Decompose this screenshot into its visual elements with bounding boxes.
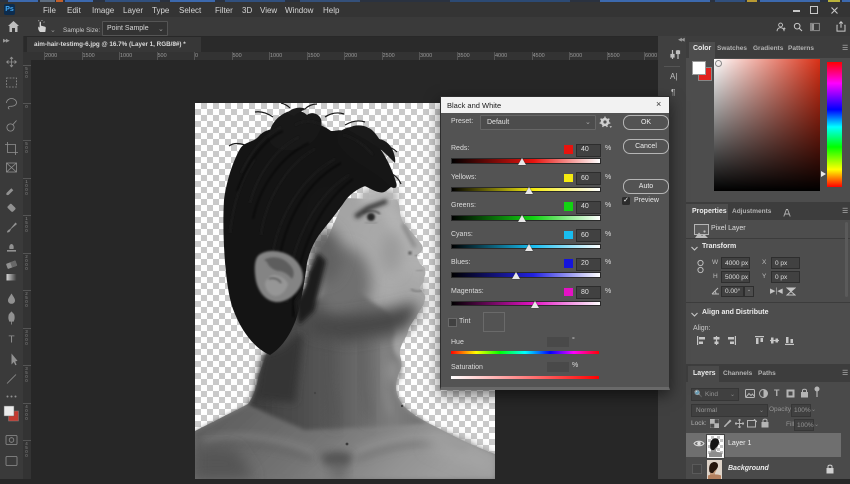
svg-text:T: T	[8, 335, 14, 346]
